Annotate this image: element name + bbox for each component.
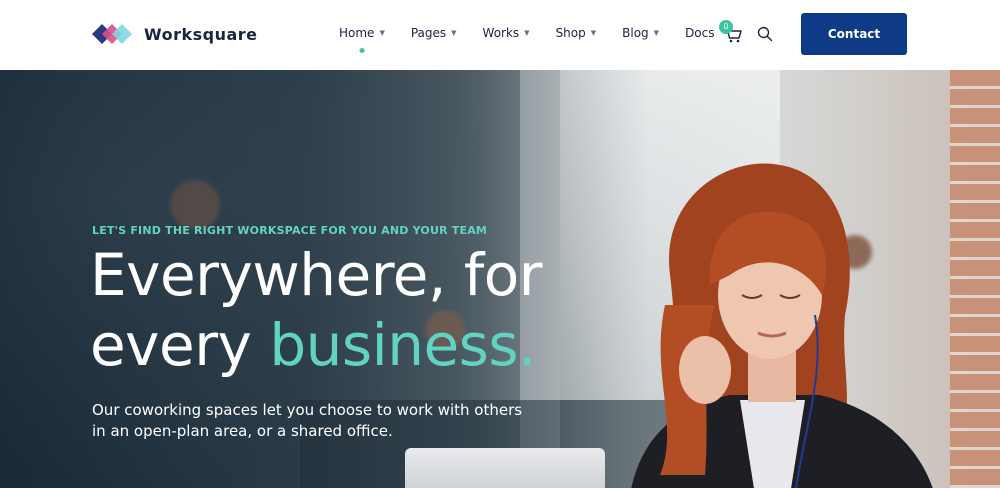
logo-mark-icon: [92, 24, 132, 44]
logo-text: Worksquare: [144, 24, 258, 44]
nav-item-works[interactable]: Works ▼: [483, 26, 530, 40]
active-indicator-dot: [359, 48, 365, 53]
chevron-down-icon: ▼: [524, 29, 530, 37]
laptop: [405, 448, 605, 488]
cart-button[interactable]: 0: [719, 20, 745, 44]
headline-line2-plain: every: [90, 311, 270, 379]
nav-item-label: Works: [482, 26, 520, 40]
hero-section: LET'S FIND THE RIGHT WORKSPACE FOR YOU A…: [0, 70, 1000, 488]
nav-item-docs[interactable]: Docs: [685, 26, 714, 40]
cart-count-badge: 0: [719, 20, 733, 34]
nav-item-shop[interactable]: Shop ▼: [556, 26, 597, 40]
site-header: Worksquare Home ▼ Pages ▼ Works ▼ Shop ▼…: [0, 0, 1000, 70]
nav-item-label: Home: [339, 26, 375, 40]
main-nav: Home ▼ Pages ▼ Works ▼ Shop ▼ Blog ▼ Doc…: [339, 26, 741, 53]
chevron-down-icon: ▼: [653, 29, 660, 37]
nav-item-label: Docs: [685, 26, 715, 40]
chevron-down-icon: ▼: [590, 29, 597, 37]
nav-item-label: Blog: [622, 26, 649, 40]
nav-item-label: Pages: [410, 26, 447, 40]
search-button[interactable]: [757, 26, 773, 42]
hero-woman-image: [631, 163, 933, 488]
hero-subtext: Our coworking spaces let you choose to w…: [92, 401, 523, 440]
nav-item-pages[interactable]: Pages ▼: [411, 26, 457, 40]
headline-line1: Everywhere, for: [90, 241, 543, 309]
nav-item-label: Shop: [555, 26, 586, 40]
contact-button[interactable]: Contact: [801, 13, 907, 55]
logo[interactable]: Worksquare: [92, 22, 258, 46]
nav-item-blog[interactable]: Blog ▼: [622, 26, 659, 40]
chevron-down-icon: ▼: [379, 29, 385, 37]
headline-accent: business.: [269, 311, 537, 379]
nav-item-home[interactable]: Home ▼: [339, 26, 385, 53]
search-icon: [757, 26, 773, 42]
hero-headline: Everywhere, for every business.: [90, 240, 543, 380]
chevron-down-icon: ▼: [451, 29, 457, 37]
hero-kicker: LET'S FIND THE RIGHT WORKSPACE FOR YOU A…: [92, 224, 488, 237]
